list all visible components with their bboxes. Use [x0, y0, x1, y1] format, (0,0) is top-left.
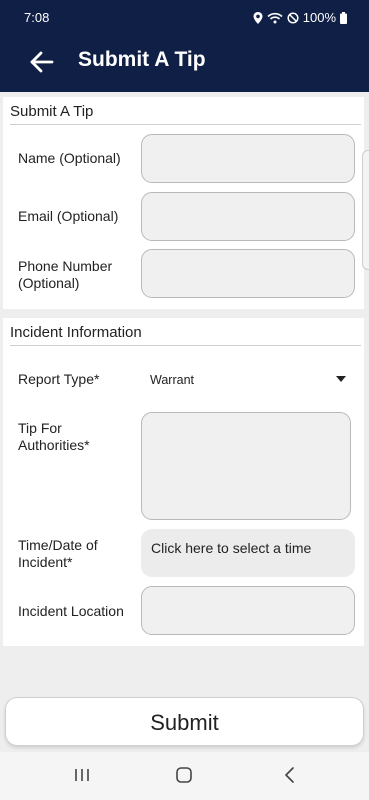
tip-textarea[interactable] [141, 412, 351, 520]
report-type-value: Warrant [150, 373, 194, 387]
location-label: Incident Location [18, 603, 124, 619]
system-nav-bar [0, 752, 369, 800]
phone-label-line2: (Optional) [18, 275, 80, 291]
status-bar: 7:08 100% [0, 0, 369, 32]
dropdown-arrow-icon [336, 376, 346, 382]
location-icon [253, 11, 263, 24]
back-icon[interactable] [281, 766, 299, 784]
submit-button[interactable]: Submit [5, 697, 364, 746]
report-type-label: Report Type* [18, 371, 100, 387]
tip-label-line1: Tip For [18, 420, 62, 436]
home-icon[interactable] [175, 766, 193, 784]
battery-percent: 100% [302, 10, 336, 25]
do-not-disturb-icon [287, 11, 299, 24]
app-bar: Submit A Tip [0, 32, 369, 92]
phone-label-line1: Phone Number [18, 258, 113, 274]
select-time-button[interactable]: Click here to select a time [141, 529, 355, 577]
name-field[interactable] [141, 134, 355, 183]
email-label: Email (Optional) [18, 208, 119, 224]
email-field[interactable] [141, 192, 355, 241]
status-icons: 100% [253, 10, 347, 25]
section-divider [10, 124, 361, 125]
tip-label-line2: Authorities* [18, 437, 90, 453]
page-title: Submit A Tip [78, 48, 206, 71]
time-label-line2: Incident* [18, 554, 73, 570]
incident-section-card: Incident Information Report Type* Warran… [3, 318, 364, 646]
tip-section-heading: Submit A Tip [10, 103, 94, 120]
status-time: 7:08 [24, 10, 50, 25]
wifi-icon [267, 12, 283, 23]
incident-section-heading: Incident Information [10, 324, 142, 341]
arrow-left-icon[interactable] [28, 48, 56, 76]
location-field[interactable] [141, 586, 355, 635]
phone-field[interactable] [141, 249, 355, 298]
tip-section-card: Submit A Tip Name (Optional) Email (Opti… [3, 97, 364, 309]
name-label: Name (Optional) [18, 150, 121, 166]
time-label: Time/Date of Incident* [18, 537, 98, 571]
report-type-dropdown[interactable]: Warrant [150, 370, 348, 390]
recent-apps-icon[interactable] [73, 766, 91, 784]
tip-label: Tip For Authorities* [18, 420, 90, 454]
scroll-edge-indicator [362, 150, 369, 270]
time-label-line1: Time/Date of [18, 537, 98, 553]
section-divider [10, 345, 361, 346]
phone-label: Phone Number (Optional) [18, 258, 112, 292]
battery-icon [340, 11, 347, 24]
